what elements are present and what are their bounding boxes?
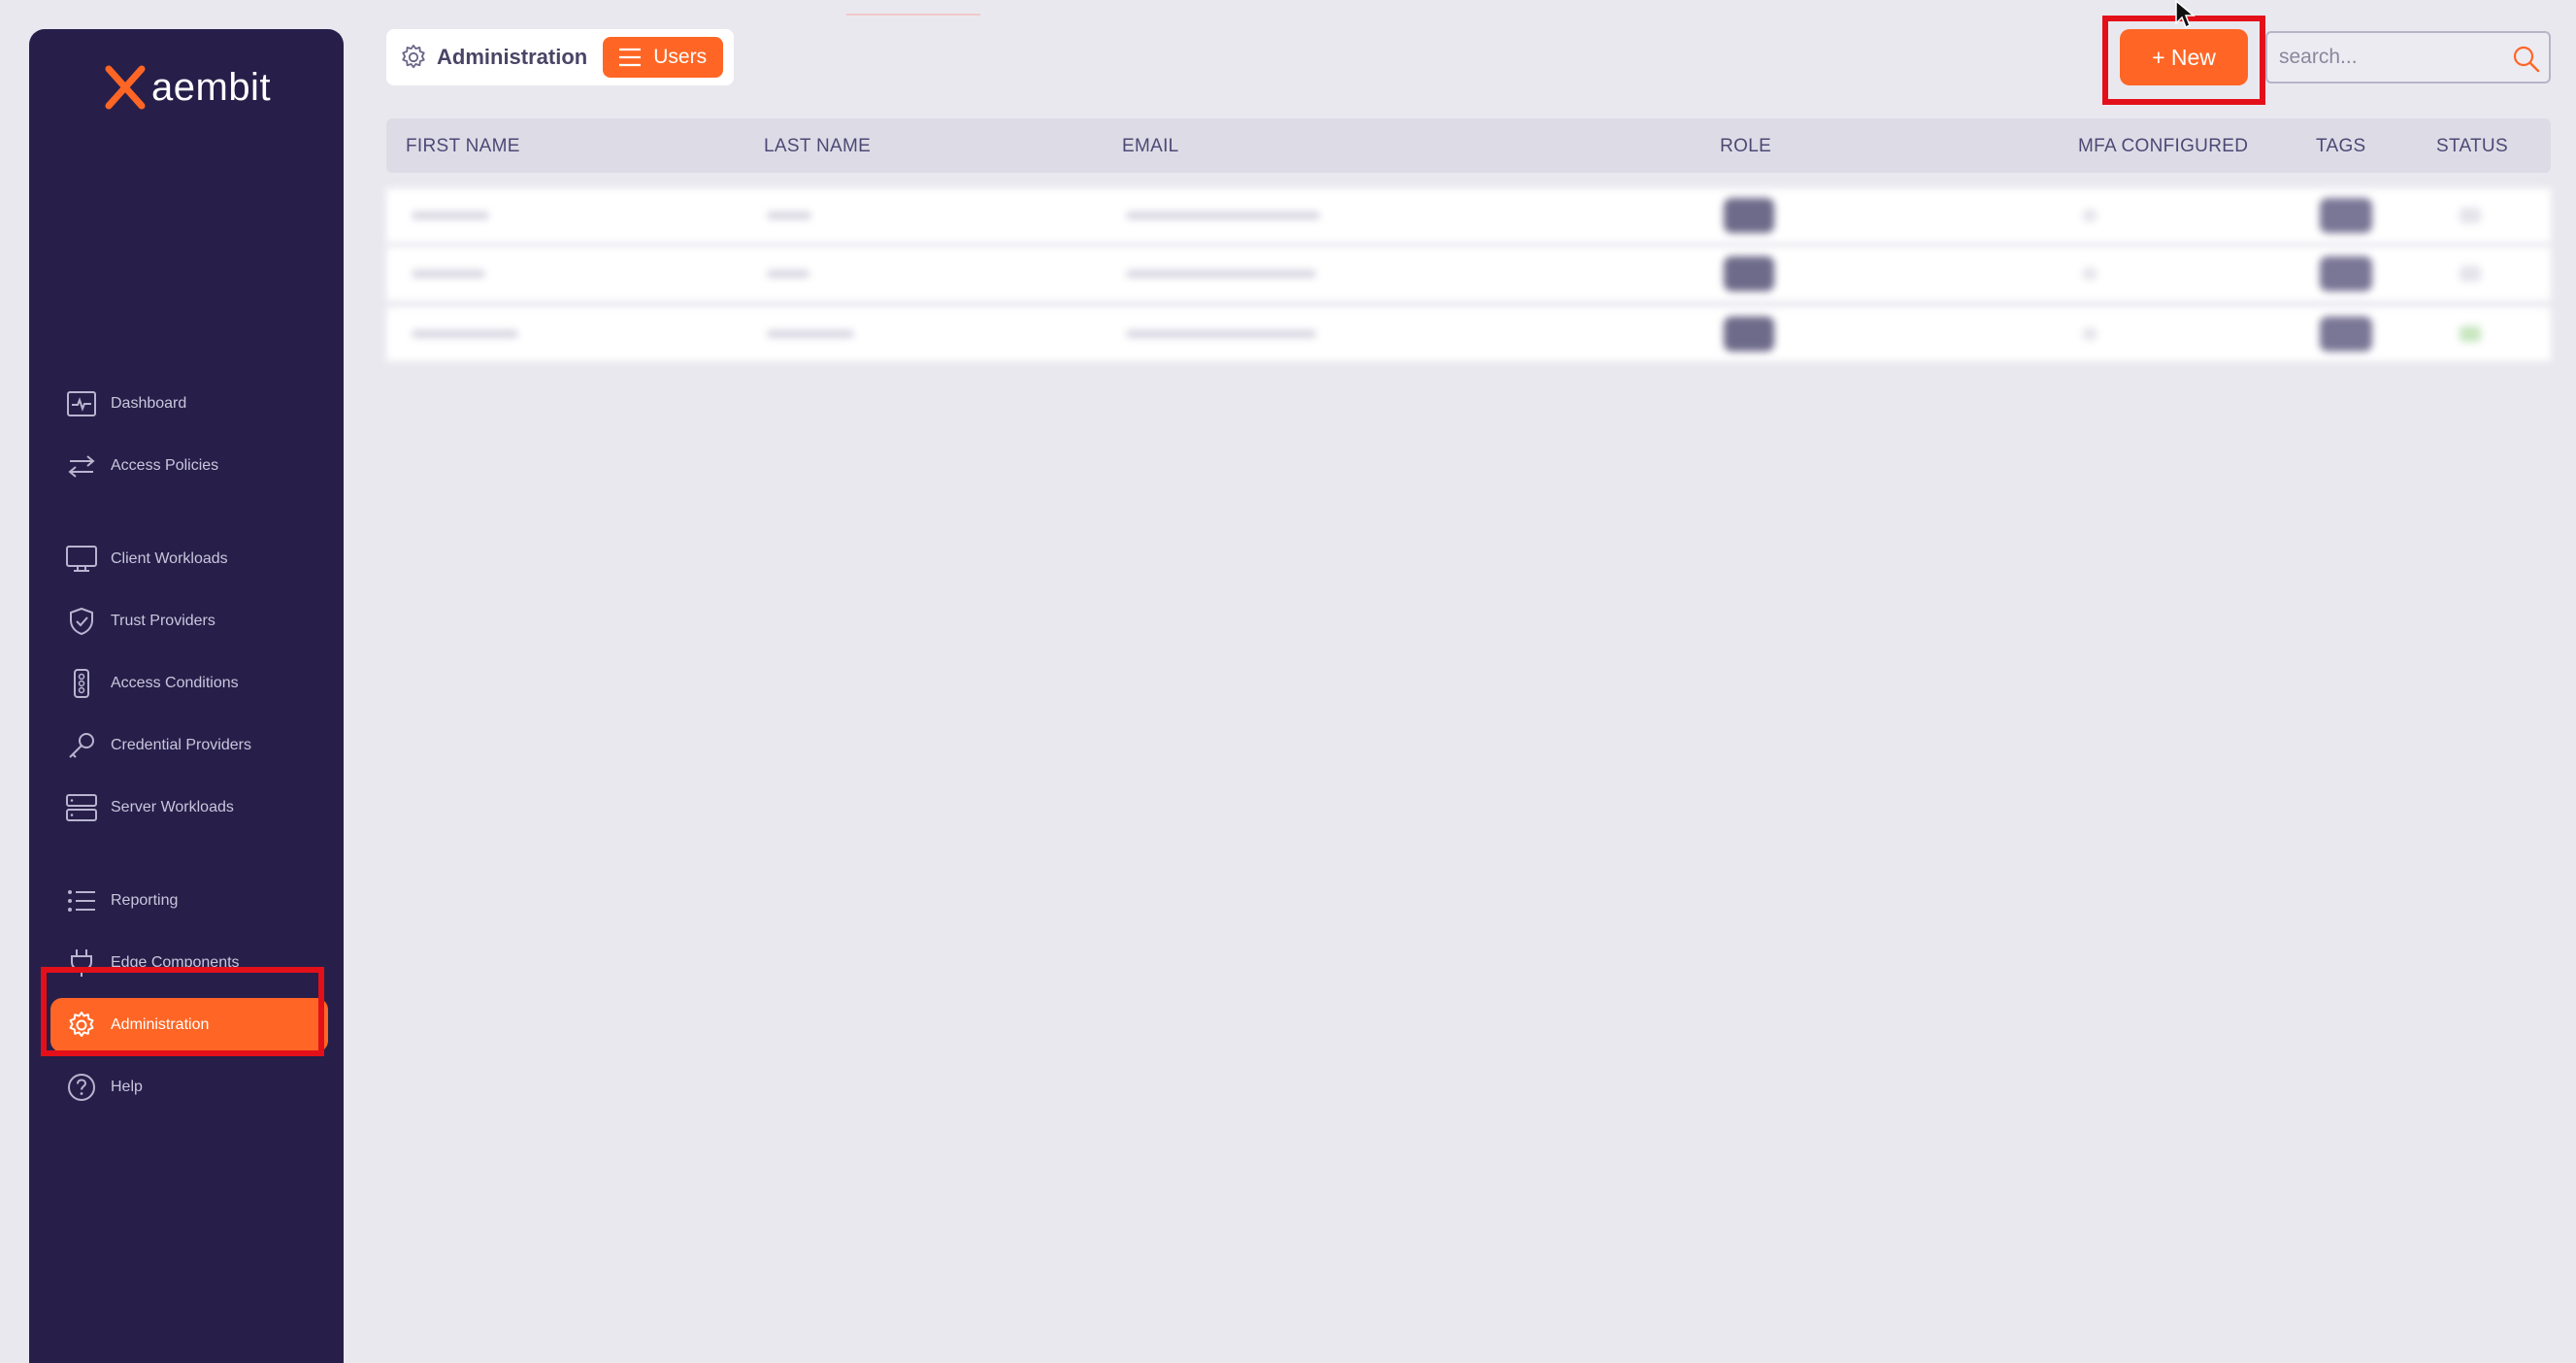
arrows-exchange-icon [66,450,97,482]
sidebar-item-reporting[interactable]: Reporting [50,874,328,928]
table-row[interactable] [386,307,2551,361]
sidebar-item-credential-providers[interactable]: Credential Providers [50,718,328,773]
mfa-indicator [2083,210,2097,221]
sidebar-item-help[interactable]: Help [50,1060,328,1114]
status-indicator [2460,326,2481,342]
column-header-role[interactable]: ROLE [1720,136,1771,157]
column-header-tags[interactable]: TAGS [2316,136,2366,157]
cell-first-name [412,212,489,219]
tag-badge [2320,316,2372,351]
cell-first-name [412,330,518,338]
logo-text: aembit [151,65,272,109]
key-icon [66,730,97,761]
sidebar-item-label: Help [111,1079,143,1095]
breadcrumb: Administration Users [386,29,734,85]
menu-icon [618,48,642,67]
search-input[interactable] [2277,45,2504,70]
gear-icon [66,1010,97,1041]
column-header-status[interactable]: STATUS [2436,136,2508,157]
breadcrumb-root[interactable]: Administration [437,45,587,70]
new-button[interactable]: + New [2120,29,2248,85]
sidebar-item-dashboard[interactable]: Dashboard [50,377,328,431]
top-divider [846,14,980,16]
sidebar-item-label: Edge Components [111,954,240,971]
table-header: FIRST NAME LAST NAME EMAIL ROLE MFA CONF… [386,118,2551,173]
sidebar-item-label: Dashboard [111,395,187,412]
sidebar-item-label: Credential Providers [111,737,251,753]
column-header-first-name[interactable]: FIRST NAME [406,136,520,157]
mfa-indicator [2083,268,2097,280]
tag-badge [2320,256,2372,291]
cell-email [1126,270,1316,278]
table-row[interactable] [386,247,2551,301]
sidebar-item-access-policies[interactable]: Access Policies [50,439,328,493]
breadcrumb-current: Users [653,46,708,68]
activity-icon [66,388,97,419]
sidebar-item-client-workloads[interactable]: Client Workloads [50,532,328,586]
role-badge [1724,316,1774,351]
sidebar-item-label: Trust Providers [111,613,215,629]
help-circle-icon [66,1072,97,1103]
sidebar-item-trust-providers[interactable]: Trust Providers [50,594,328,648]
server-icon [66,792,97,823]
search-box [2265,31,2551,83]
gear-icon [400,44,427,71]
sidebar-item-label: Server Workloads [111,799,234,815]
mfa-indicator [2083,328,2097,340]
breadcrumb-users-tab[interactable]: Users [603,37,724,78]
shield-check-icon [66,606,97,637]
column-header-last-name[interactable]: LAST NAME [764,136,871,157]
sidebar-item-server-workloads[interactable]: Server Workloads [50,781,328,835]
sidebar-item-access-conditions[interactable]: Access Conditions [50,656,328,711]
role-badge [1724,198,1774,233]
cell-email [1126,212,1320,219]
cell-email [1126,330,1316,338]
sidebar: aembit Dashboard Access Policies Client … [29,29,344,1363]
sidebar-item-label: Administration [111,1016,210,1033]
list-icon [66,885,97,916]
status-indicator [2460,266,2481,282]
role-badge [1724,256,1774,291]
status-indicator [2460,208,2481,223]
sidebar-item-label: Client Workloads [111,550,228,567]
search-icon[interactable] [2512,45,2541,79]
mouse-cursor-icon [2175,0,2196,29]
aembit-logo[interactable]: aembit [103,58,271,116]
cell-last-name [767,330,854,338]
sidebar-item-label: Access Conditions [111,675,239,691]
sidebar-item-edge-components[interactable]: Edge Components [50,936,328,990]
traffic-light-icon [66,668,97,699]
sidebar-item-administration[interactable]: Administration [50,998,328,1052]
sidebar-item-label: Access Policies [111,457,219,474]
aembit-logo-mark-icon [105,65,146,110]
tag-badge [2320,198,2372,233]
cell-first-name [412,270,485,278]
column-header-mfa-configured[interactable]: MFA CONFIGURED [2078,136,2248,157]
monitor-icon [66,544,97,575]
table-row[interactable] [386,188,2551,243]
cell-last-name [767,270,809,278]
cell-last-name [767,212,811,219]
column-header-email[interactable]: EMAIL [1122,136,1179,157]
plug-icon [66,947,97,979]
sidebar-item-label: Reporting [111,892,179,909]
